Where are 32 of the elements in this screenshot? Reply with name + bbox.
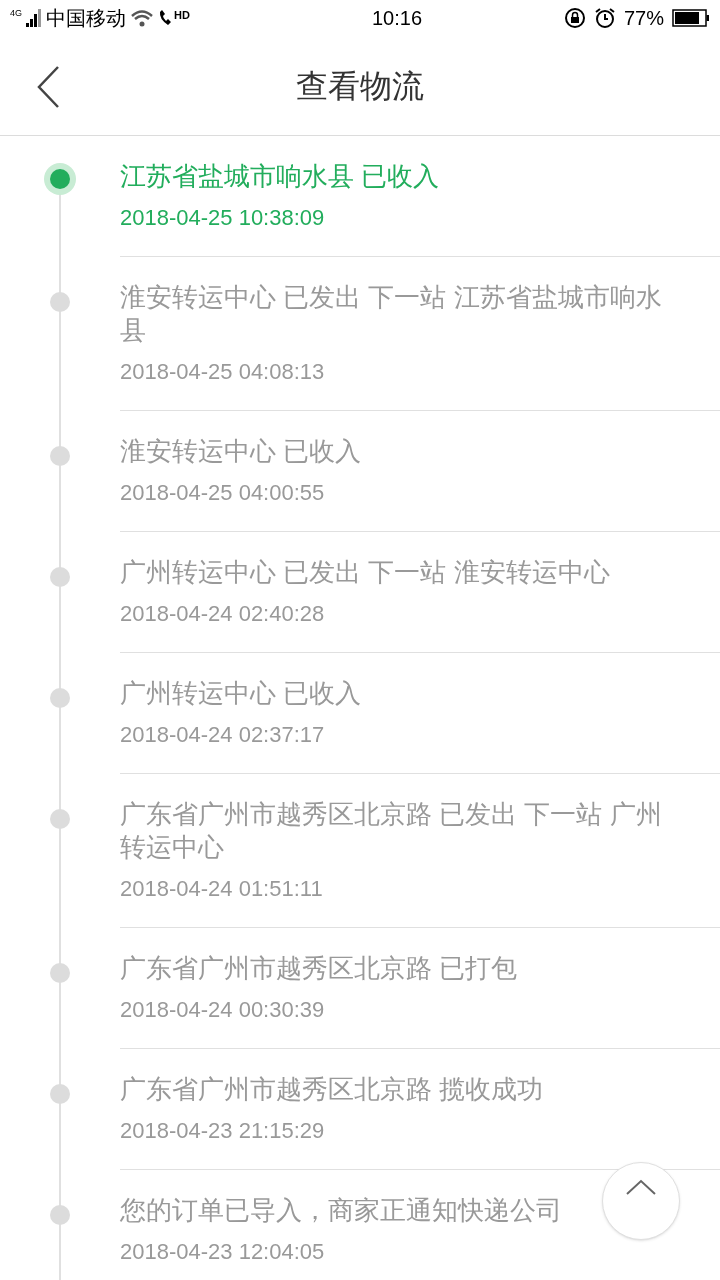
event-description: 淮安转运中心 已发出 下一站 江苏省盐城市响水县	[120, 281, 663, 347]
event-time: 2018-04-24 01:51:11	[120, 875, 323, 903]
chevron-up-icon	[626, 1179, 656, 1195]
battery-icon	[672, 9, 710, 27]
event-time: 2018-04-25 10:38:09	[120, 204, 325, 232]
event-time: 2018-04-24 00:30:39	[120, 996, 325, 1024]
page-title: 查看物流	[296, 66, 424, 106]
event-time: 2018-04-25 04:08:13	[120, 358, 325, 386]
clock-time: 10:16	[370, 6, 423, 31]
event-time: 2018-04-25 04:00:55	[120, 479, 325, 507]
event-description: 广东省广州市越秀区北京路 揽收成功	[120, 1073, 544, 1106]
alarm-icon	[593, 7, 616, 29]
wifi-icon	[130, 9, 154, 27]
event-time: 2018-04-23 12:04:05	[120, 1238, 325, 1266]
rotation-lock-icon	[563, 7, 586, 29]
event-time: 2018-04-24 02:37:17	[120, 721, 325, 749]
event-time: 2018-04-24 02:40:28	[120, 600, 325, 628]
event-description: 淮安转运中心 已收入	[120, 435, 362, 468]
carrier-name: 中国移动	[46, 6, 126, 31]
event-description: 广东省广州市越秀区北京路 已打包	[120, 952, 518, 985]
phone-icon	[158, 9, 174, 27]
event-description: 您的订单已导入，商家正通知快递公司	[120, 1194, 562, 1227]
event-description: 广州转运中心 已收入	[120, 677, 362, 710]
event-description: 广州转运中心 已发出 下一站 淮安转运中心	[120, 556, 610, 589]
event-time: 2018-04-23 21:15:29	[120, 1117, 325, 1145]
battery-percent: 77%	[623, 6, 664, 31]
event-description: 江苏省盐城市响水县 已收入	[120, 160, 440, 193]
event-description: 广东省广州市越秀区北京路 已发出 下一站 广州转运中心	[120, 798, 663, 864]
network-type: 4G	[10, 9, 22, 18]
signal-icon	[26, 9, 42, 27]
hd-label: HD	[174, 8, 190, 23]
back-icon	[36, 65, 60, 109]
